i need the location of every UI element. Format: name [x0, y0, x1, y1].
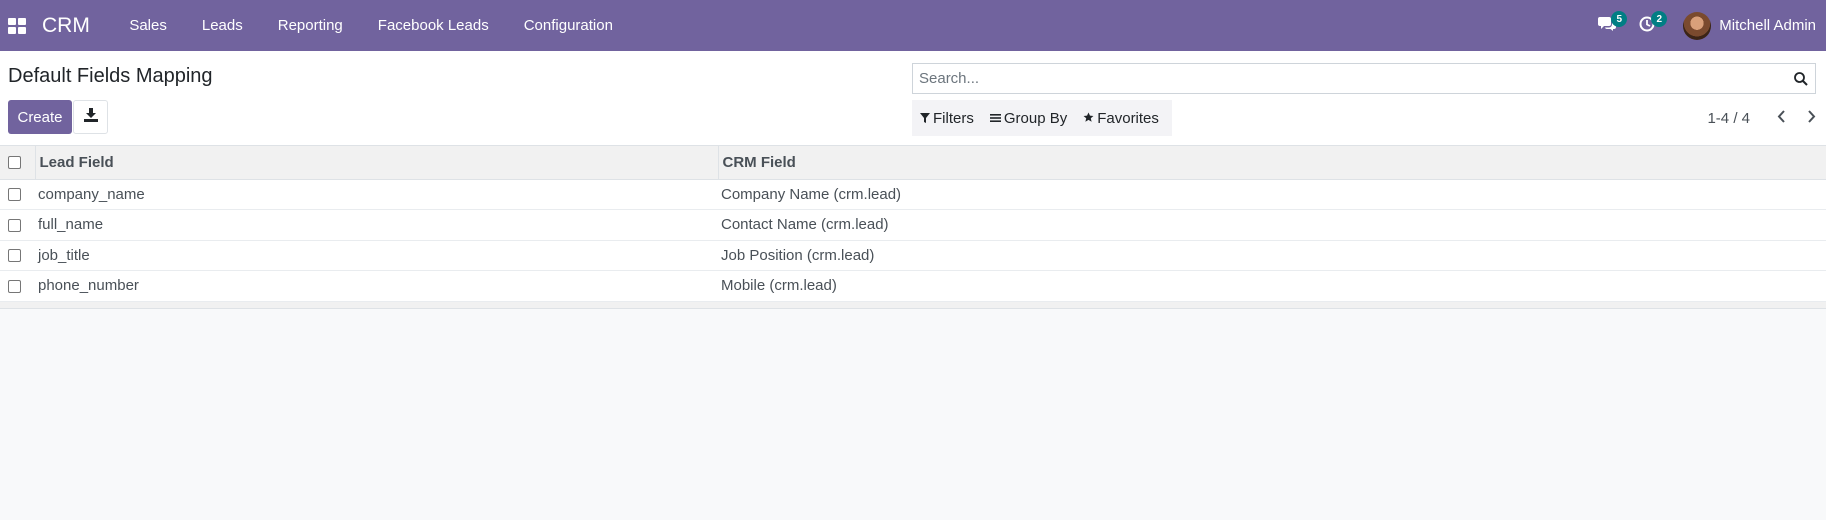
search-icon[interactable] — [1791, 69, 1811, 89]
lead-field-cell[interactable]: phone_number — [35, 270, 718, 302]
activities-button[interactable]: 2 — [1627, 0, 1668, 51]
menu-item-leads[interactable]: Leads — [184, 0, 260, 51]
column-header-lead-field[interactable]: Lead Field — [34, 146, 718, 180]
row-select-cell — [0, 179, 35, 210]
download-icon — [83, 108, 98, 126]
crm-field-cell[interactable]: Job Position (crm.lead) — [718, 240, 1826, 271]
row-select-cell — [0, 240, 35, 271]
column-header-crm-field[interactable]: CRM Field — [717, 146, 1826, 180]
main-navbar: CRM Sales Leads Reporting Facebook Leads… — [0, 0, 1826, 51]
export-button[interactable] — [73, 100, 108, 134]
filters-button[interactable]: Filters — [912, 100, 982, 136]
pager-next-button[interactable] — [1796, 100, 1826, 136]
row-checkbox[interactable] — [8, 218, 21, 232]
menu-item-sales[interactable]: Sales — [112, 0, 185, 51]
menu-item-configuration[interactable]: Configuration — [506, 0, 630, 51]
pager: 1-4 / 4 — [1707, 100, 1826, 136]
crm-field-cell[interactable]: Mobile (crm.lead) — [718, 270, 1826, 302]
search-options: Filters Group By Favorites — [912, 100, 1172, 136]
apps-grid-icon[interactable] — [0, 0, 32, 51]
table-row[interactable]: company_name Company Name (crm.lead) — [0, 179, 1826, 210]
filter-icon — [920, 110, 933, 127]
crm-field-cell[interactable]: Contact Name (crm.lead) — [718, 209, 1826, 241]
row-checkbox[interactable] — [8, 188, 21, 202]
row-select-cell — [0, 270, 35, 302]
chevron-left-icon — [1777, 109, 1786, 127]
table-footer — [0, 301, 1826, 309]
menu-item-reporting[interactable]: Reporting — [260, 0, 360, 51]
row-checkbox[interactable] — [8, 279, 21, 293]
favorites-label: Favorites — [1097, 109, 1159, 127]
create-button[interactable]: Create — [8, 100, 72, 134]
search-box — [912, 63, 1816, 94]
select-all-checkbox[interactable] — [8, 156, 21, 170]
lead-field-cell[interactable]: full_name — [35, 209, 718, 241]
menu-item-facebook-leads[interactable]: Facebook Leads — [360, 0, 506, 51]
table-row[interactable]: full_name Contact Name (crm.lead) — [0, 209, 1826, 241]
bars-icon — [989, 110, 1004, 127]
row-select-cell — [0, 209, 35, 241]
messages-button[interactable]: 5 — [1587, 0, 1628, 51]
table-row[interactable]: phone_number Mobile (crm.lead) — [0, 270, 1826, 302]
table-row[interactable]: job_title Job Position (crm.lead) — [0, 240, 1826, 271]
row-checkbox[interactable] — [8, 249, 21, 263]
activities-badge: 2 — [1651, 11, 1668, 27]
pager-previous-button[interactable] — [1766, 100, 1796, 136]
filters-label: Filters — [933, 109, 974, 127]
user-name: Mitchell Admin — [1719, 17, 1816, 34]
control-panel: Default Fields Mapping Create Filters Gr… — [0, 51, 1826, 146]
mapping-table: Lead Field CRM Field company_name Compan… — [0, 146, 1826, 302]
lead-field-cell[interactable]: company_name — [35, 179, 718, 210]
search-input[interactable] — [919, 64, 1779, 93]
avatar — [1683, 11, 1712, 40]
chevron-right-icon — [1807, 109, 1816, 127]
systray: 5 2 Mitchell Admin — [1587, 0, 1826, 51]
group-by-button[interactable]: Group By — [982, 100, 1075, 136]
select-all-cell — [0, 146, 35, 180]
page-title: Default Fields Mapping — [8, 65, 213, 87]
app-brand[interactable]: CRM — [42, 14, 90, 38]
table-header-row: Lead Field CRM Field — [0, 146, 1826, 180]
lead-field-cell[interactable]: job_title — [35, 240, 718, 271]
group-by-label: Group By — [1003, 109, 1068, 127]
star-icon — [1083, 110, 1097, 127]
messages-badge: 5 — [1611, 11, 1628, 27]
user-menu[interactable]: Mitchell Admin — [1683, 11, 1816, 40]
favorites-button[interactable]: Favorites — [1075, 100, 1167, 136]
pager-value[interactable]: 1-4 / 4 — [1707, 110, 1750, 127]
crm-field-cell[interactable]: Company Name (crm.lead) — [718, 179, 1826, 210]
list-view: Lead Field CRM Field company_name Compan… — [0, 146, 1826, 309]
